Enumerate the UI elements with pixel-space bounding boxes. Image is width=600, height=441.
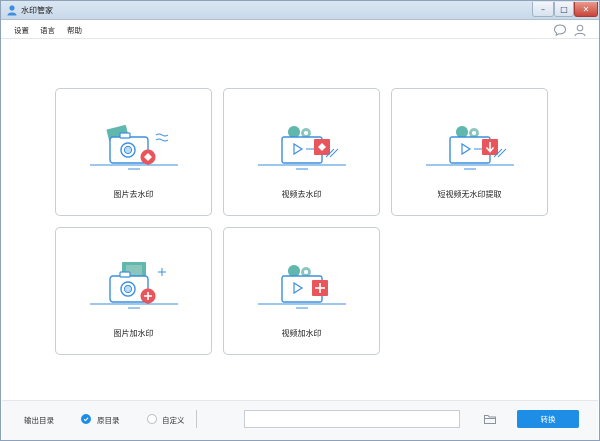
output-path-input[interactable] <box>244 410 460 428</box>
minimize-icon: – <box>541 4 545 14</box>
card-short-video-extract[interactable]: 短视频无水印提取 <box>391 88 548 216</box>
divider <box>196 410 200 428</box>
menu-settings[interactable]: 设置 <box>14 25 29 36</box>
convert-button[interactable]: 转换 <box>517 410 579 428</box>
user-icon[interactable] <box>573 23 587 37</box>
close-icon: ✕ <box>582 4 590 14</box>
card-photo-remove-watermark[interactable]: 图片去水印 <box>55 88 212 216</box>
menu-language[interactable]: 语言 <box>40 25 55 36</box>
title-bar: 水印管家 – □ ✕ <box>1 1 599 20</box>
custom-dir-radio[interactable] <box>147 414 157 424</box>
card-photo-add-watermark[interactable]: 图片加水印 <box>55 227 212 355</box>
card-video-remove-watermark[interactable]: 视频去水印 <box>223 88 380 216</box>
card-label: 视频加水印 <box>281 329 322 338</box>
output-bar: 输出目录 原目录 自定义 转换 <box>2 400 598 440</box>
video-add-watermark-icon <box>258 265 346 309</box>
card-label: 短视频无水印提取 <box>437 190 502 199</box>
minimize-button[interactable]: – <box>532 2 554 17</box>
output-directory-label: 输出目录 <box>24 416 54 425</box>
menu-help[interactable]: 帮助 <box>67 25 82 36</box>
maximize-button[interactable]: □ <box>554 2 574 17</box>
short-video-extract-icon <box>426 126 514 170</box>
app-logo-icon <box>7 5 17 16</box>
card-video-add-watermark[interactable]: 视频加水印 <box>223 227 380 355</box>
card-label: 图片去水印 <box>113 190 154 199</box>
close-button[interactable]: ✕ <box>574 2 598 17</box>
app-window: 水印管家 – □ ✕ 设置 语言 帮助 图片去水印 视频去水印 短视频无水印提取… <box>0 0 600 441</box>
original-dir-label[interactable]: 原目录 <box>97 415 120 426</box>
feature-panel: 图片去水印 视频去水印 短视频无水印提取 图片加水印 视频加水印 <box>2 40 598 400</box>
chat-icon[interactable] <box>553 23 567 37</box>
photo-remove-watermark-icon <box>90 125 178 170</box>
custom-dir-label[interactable]: 自定义 <box>162 415 185 426</box>
folder-icon[interactable] <box>483 412 497 426</box>
video-remove-watermark-icon <box>258 126 346 170</box>
card-label: 图片加水印 <box>113 329 154 338</box>
window-title: 水印管家 <box>21 6 53 15</box>
original-dir-radio[interactable] <box>81 414 91 424</box>
maximize-icon: □ <box>560 4 568 14</box>
menu-bar: 设置 语言 帮助 <box>1 21 599 39</box>
photo-add-watermark-icon <box>90 262 178 309</box>
card-label: 视频去水印 <box>281 190 322 199</box>
